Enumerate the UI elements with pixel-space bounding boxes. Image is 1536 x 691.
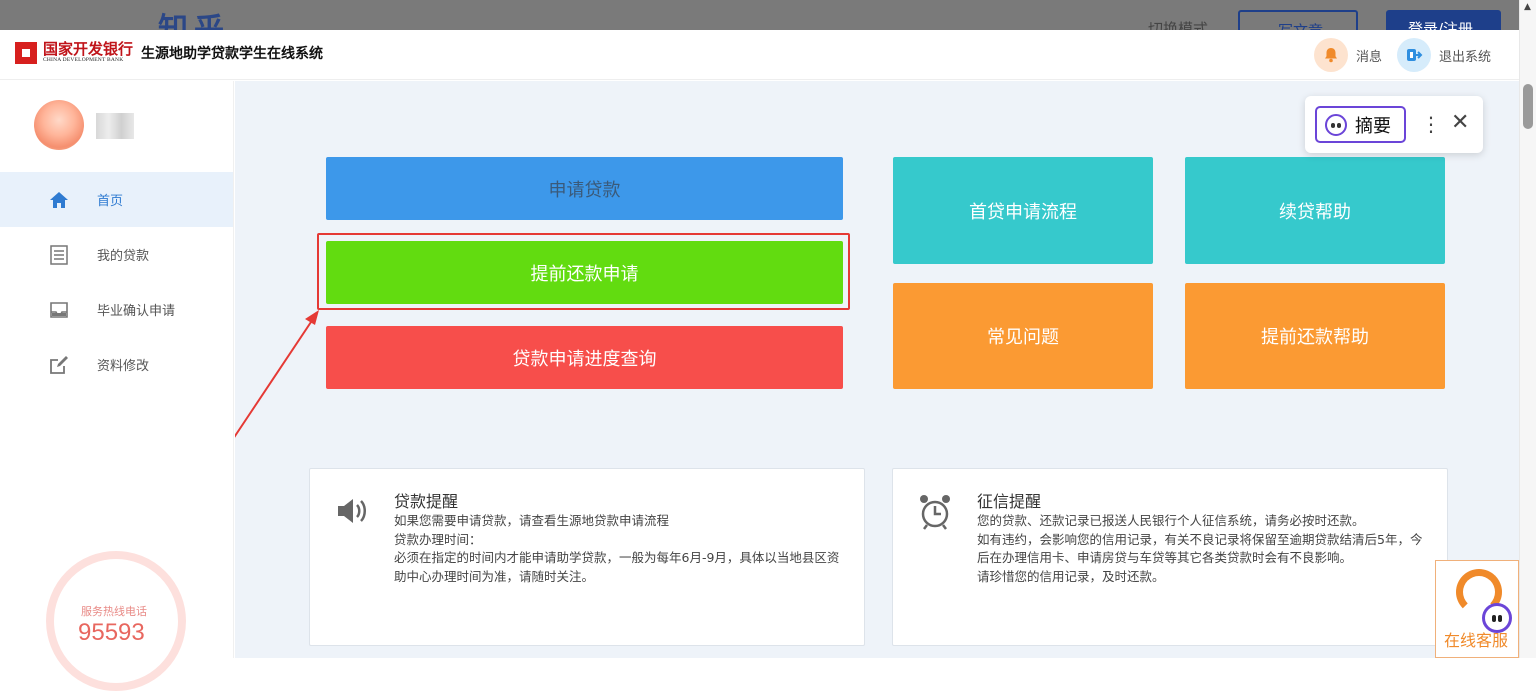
edit-icon [48, 354, 70, 376]
hotline-label: 服务热线电话 [81, 605, 147, 618]
logout-icon [1397, 38, 1431, 72]
online-service-label: 在线客服 [1444, 631, 1509, 650]
messages-label: 消息 [1356, 49, 1383, 65]
sidebar-item-home[interactable]: 首页 [0, 172, 233, 227]
alarm-clock-icon [917, 493, 953, 530]
messages-button[interactable]: 消息 [1314, 38, 1382, 72]
credit-notice-line: 您的贷款、还款记录已报送人民银行个人征信系统，请务必按时还款。 [977, 513, 1365, 528]
top-header: 国家开发银行 CHINA DEVELOPMENT BANK 生源地助学贷款学生在… [0, 30, 1519, 80]
background-page-strip: 知乎 切换模式 写文章 登录/注册 [0, 0, 1536, 30]
speaker-icon [334, 493, 370, 529]
highlight-box [317, 233, 850, 310]
prepayment-help-tile[interactable]: 提前还款帮助 [1185, 283, 1445, 389]
hotline-widget: 服务热线电话 95593 [43, 551, 193, 691]
ai-assistant-icon [1325, 113, 1347, 136]
hotline-number: 95593 [78, 619, 145, 646]
faq-tile[interactable]: 常见问题 [893, 283, 1153, 389]
bank-name-block: 国家开发银行 CHINA DEVELOPMENT BANK [37, 42, 133, 64]
online-service-widget[interactable]: 在线客服 [1435, 560, 1519, 658]
scrollbar-thumb[interactable] [1523, 84, 1533, 129]
sidebar-item-label: 资料修改 [97, 359, 150, 374]
sidebar-item-label: 首页 [97, 194, 124, 209]
background-logo: 知乎 [158, 12, 230, 30]
loan-notice-body: 如果您需要申请贷款，请查看生源地贷款申请流程 贷款办理时间： 必须在指定的时间内… [394, 512, 844, 586]
loan-notice-card: 贷款提醒 如果您需要申请贷款，请查看生源地贷款申请流程 贷款办理时间： 必须在指… [309, 468, 865, 646]
renew-loan-help-tile[interactable]: 续贷帮助 [1185, 157, 1445, 264]
summary-button[interactable]: 摘要 [1315, 106, 1406, 143]
sidebar-item-profile-edit[interactable]: 资料修改 [0, 337, 233, 392]
scroll-up-icon[interactable]: ▲ [1524, 2, 1531, 12]
list-icon [48, 244, 70, 266]
sidebar-item-label: 毕业确认申请 [97, 304, 176, 319]
background-login-button: 登录/注册 [1386, 10, 1501, 30]
sidebar-item-label: 我的贷款 [97, 249, 150, 264]
more-options-icon[interactable]: ⋮ [1421, 112, 1441, 136]
credit-notice-body: 您的贷款、还款记录已报送人民银行个人征信系统，请务必按时还款。 如有违约，会影响… [977, 512, 1427, 586]
loan-notice-title: 贷款提醒 [394, 492, 459, 511]
logout-button[interactable]: 退出系统 [1397, 38, 1491, 72]
loan-progress-query-tile[interactable]: 贷款申请进度查询 [326, 326, 843, 389]
loan-notice-line: 必须在指定的时间内才能申请助学贷款，一般为每年6月-9月，具体以当地县区资助中心… [394, 550, 840, 584]
first-loan-flow-tile[interactable]: 首贷申请流程 [893, 157, 1153, 264]
sidebar-item-my-loans[interactable]: 我的贷款 [0, 227, 233, 282]
bank-logo-icon [15, 42, 37, 64]
brand: 国家开发银行 CHINA DEVELOPMENT BANK 生源地助学贷款学生在… [15, 42, 323, 64]
bell-icon [1314, 38, 1348, 72]
apply-loan-tile[interactable]: 申请贷款 [326, 157, 843, 220]
tray-icon [48, 299, 70, 321]
home-icon [48, 189, 70, 211]
summary-label: 摘要 [1355, 115, 1391, 137]
system-title: 生源地助学贷款学生在线系统 [141, 46, 324, 62]
sidebar: 首页 我的贷款 毕业确认申请 资料修改 服务热线电话 95593 [0, 81, 234, 691]
credit-notice-line: 请珍惜您的信用记录，及时还款。 [977, 568, 1165, 584]
bank-name-en: CHINA DEVELOPMENT BANK [43, 57, 124, 63]
bank-name-cn: 国家开发银行 [43, 40, 134, 58]
background-write-button: 写文章 [1238, 10, 1358, 30]
sidebar-item-graduation-confirm[interactable]: 毕业确认申请 [0, 282, 233, 337]
username-blurred [96, 113, 134, 139]
loan-notice-line: 贷款办理时间： [394, 531, 482, 547]
main-content: 申请贷款 提前还款申请 贷款申请进度查询 首贷申请流程 续贷帮助 常见问题 提前… [235, 81, 1519, 658]
credit-notice-title: 征信提醒 [977, 492, 1042, 511]
background-mode-switch: 切换模式 [1148, 20, 1209, 30]
avatar[interactable] [34, 100, 84, 150]
logout-label: 退出系统 [1439, 49, 1492, 65]
credit-notice-card: 征信提醒 您的贷款、还款记录已报送人民银行个人征信系统，请务必按时还款。 如有违… [892, 468, 1448, 646]
loan-notice-line: 如果您需要申请贷款，请查看生源地贷款申请流程 [394, 513, 670, 528]
credit-notice-line: 如有违约，会影响您的信用记录，有关不良记录将保留至逾期贷款结清后5年，今后在办理… [977, 531, 1423, 566]
ai-summary-popup: 摘要 ⋮ ✕ [1305, 96, 1483, 153]
scrollbar[interactable]: ▲ [1519, 0, 1536, 658]
close-icon[interactable]: ✕ [1451, 110, 1469, 135]
